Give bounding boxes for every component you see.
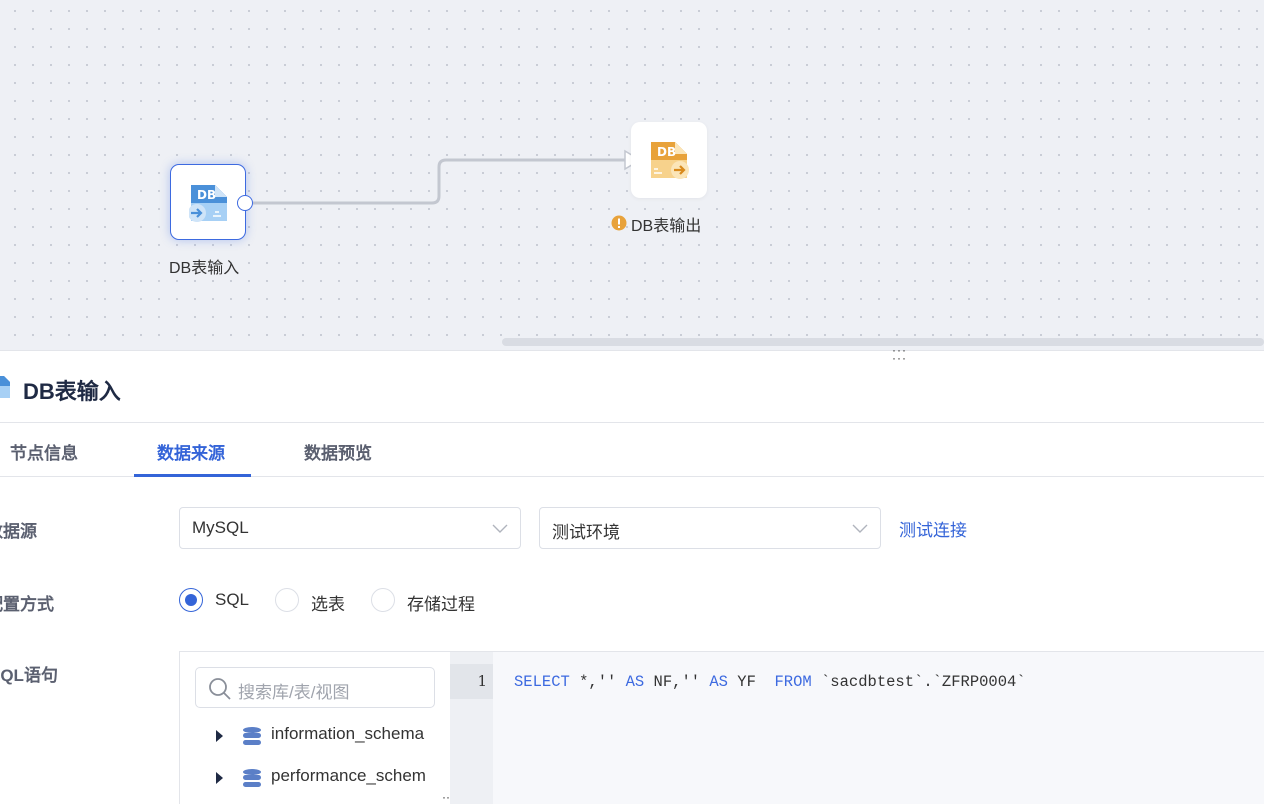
expand-arrow-icon[interactable] [216,730,223,742]
test-connection-link[interactable]: 测试连接 [899,516,967,541]
keyword: AS [625,673,645,691]
flow-canvas[interactable]: DB DB表输入 DB DB表输出 [0,0,1264,350]
radio-label[interactable]: SQL [215,590,249,610]
datasource-label: 数据源 [0,522,37,541]
config-mode-label: 配置方式 [0,595,54,614]
tree-item[interactable]: information_schema [216,724,426,748]
warning-icon [611,215,627,231]
line-number: 1 [450,664,493,699]
keyword: FROM [774,673,812,691]
radio-label[interactable]: 选表 [311,590,345,615]
splitter-handle[interactable]: ·· [442,790,450,804]
sql-label: SQL语句 [0,666,58,685]
radio-stored-procedure[interactable] [371,588,395,612]
datasource-type-select[interactable]: MySQL [179,507,521,549]
radio-select-table[interactable] [275,588,299,612]
node-label: DB表输入 [169,260,240,277]
tab-data-preview[interactable]: 数据预览 [304,439,372,464]
node-db-output[interactable]: DB [631,122,707,198]
datasource-env-select[interactable]: 测试环境 [539,507,881,549]
radio-label[interactable]: 存储过程 [407,590,475,615]
active-tab-indicator [134,474,251,477]
tab-data-source[interactable]: 数据来源 [157,439,225,464]
svg-text:DB: DB [197,188,216,202]
sql-editor[interactable]: 1 SELECT *,'' AS NF,'' AS YF FROM `sacdb… [450,652,1264,804]
expand-arrow-icon[interactable] [216,772,223,784]
code-text: *,'' [569,673,626,691]
keyword: AS [709,673,728,691]
keyword: SELECT [514,673,570,691]
divider [0,422,1264,423]
radio-sql[interactable] [179,588,203,612]
tree-item[interactable]: performance_schema [216,766,426,790]
search-icon [209,678,231,700]
code-line[interactable]: SELECT *,'' AS NF,'' AS YF FROM `sacdbte… [514,673,1026,691]
select-value: 测试环境 [552,523,620,542]
db-input-icon: DB [189,185,227,222]
database-icon [243,727,261,745]
svg-text:DB: DB [657,145,676,159]
chevron-down-icon [852,524,868,533]
code-text: YF [727,673,775,691]
schema-tree: 搜索库/表/视图 information_schema performance_… [180,652,450,804]
search-placeholder: 搜索库/表/视图 [238,683,350,702]
line-gutter: 1 [450,652,493,804]
node-label: DB表输出 [631,218,702,235]
code-text: NF,'' [644,673,710,691]
panel-title: DB表输入 [23,379,121,404]
output-port[interactable] [237,195,253,211]
code-text: `sacdbtest`.`ZFRP0004` [811,673,1026,691]
panel-resize-handle[interactable]: ··· ··· [892,344,907,364]
tab-node-info[interactable]: 节点信息 [10,439,78,464]
tree-search-input[interactable]: 搜索库/表/视图 [195,667,435,708]
horizontal-scrollbar[interactable] [502,338,1264,346]
tree-item-label: information_schema [271,724,425,743]
database-icon [243,769,261,787]
chevron-down-icon [492,524,508,533]
tree-item-label: performance_schema [271,766,426,785]
db-output-icon: DB [651,142,689,179]
db-input-icon [0,376,10,398]
node-db-input[interactable]: DB [170,164,246,240]
select-value: MySQL [192,518,249,537]
